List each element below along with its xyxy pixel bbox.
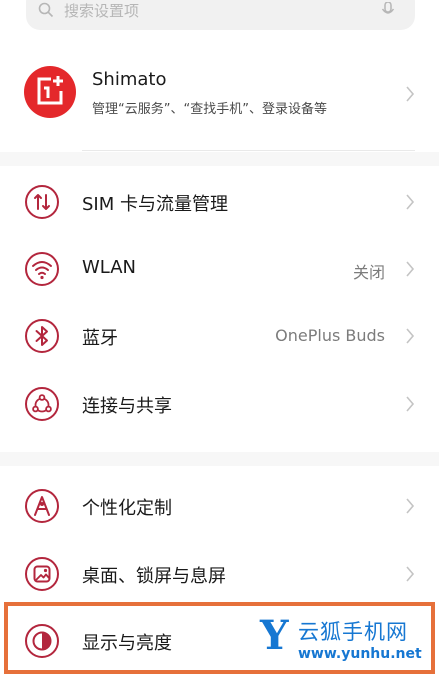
personalization-icon [25,489,59,523]
search-icon [38,2,54,18]
watermark: Y 云狐手机网 www.yunhu.net [258,612,434,668]
settings-item-label: 连接与共享 [82,396,172,417]
oneplus-logo-icon [24,66,76,118]
search-placeholder: 搜索设置项 [64,2,140,20]
settings-item-label: 蓝牙 [82,328,118,349]
connection-sharing-icon [25,387,59,421]
chevron-right-icon [406,261,415,277]
search-bar[interactable]: 搜索设置项 [26,0,415,30]
section-gap [0,152,439,166]
divider [82,150,415,151]
chevron-right-icon [406,194,415,210]
settings-item-label: 桌面、锁屏与息屏 [82,566,226,587]
settings-item-wlan[interactable]: WLAN 关闭 [0,236,439,302]
settings-item-bluetooth[interactable]: 蓝牙 OnePlus Buds [0,303,439,369]
watermark-logo: Y [260,612,289,659]
watermark-url: www.yunhu.net [298,646,422,662]
wallpaper-icon [25,557,59,591]
microphone-icon[interactable] [381,2,395,18]
account-name: Shimato [92,69,167,90]
settings-item-home-lock-screen[interactable]: 桌面、锁屏与息屏 [0,541,439,607]
chevron-right-icon [406,498,415,514]
watermark-brand: 云狐手机网 [298,620,408,644]
account-row[interactable]: Shimato 管理“云服务”、“查找手机”、登录设备等 [0,60,439,130]
chevron-right-icon [406,328,415,344]
settings-item-connection-sharing[interactable]: 连接与共享 [0,371,439,437]
settings-item-sim[interactable]: SIM 卡与流量管理 [0,169,439,235]
settings-item-label: 个性化定制 [82,498,172,519]
settings-item-personalization[interactable]: 个性化定制 [0,473,439,539]
account-subtitle: 管理“云服务”、“查找手机”、登录设备等 [92,102,327,117]
section-gap [0,452,439,466]
bluetooth-icon [25,319,59,353]
settings-item-value: 关闭 [352,263,385,282]
chevron-right-icon [406,86,415,102]
settings-item-label: WLAN [82,257,137,278]
chevron-right-icon [406,396,415,412]
chevron-right-icon [406,566,415,582]
settings-item-label: SIM 卡与流量管理 [82,194,228,215]
sim-card-icon [25,185,59,219]
settings-item-value: OnePlus Buds [275,326,385,345]
wifi-icon [25,252,59,286]
